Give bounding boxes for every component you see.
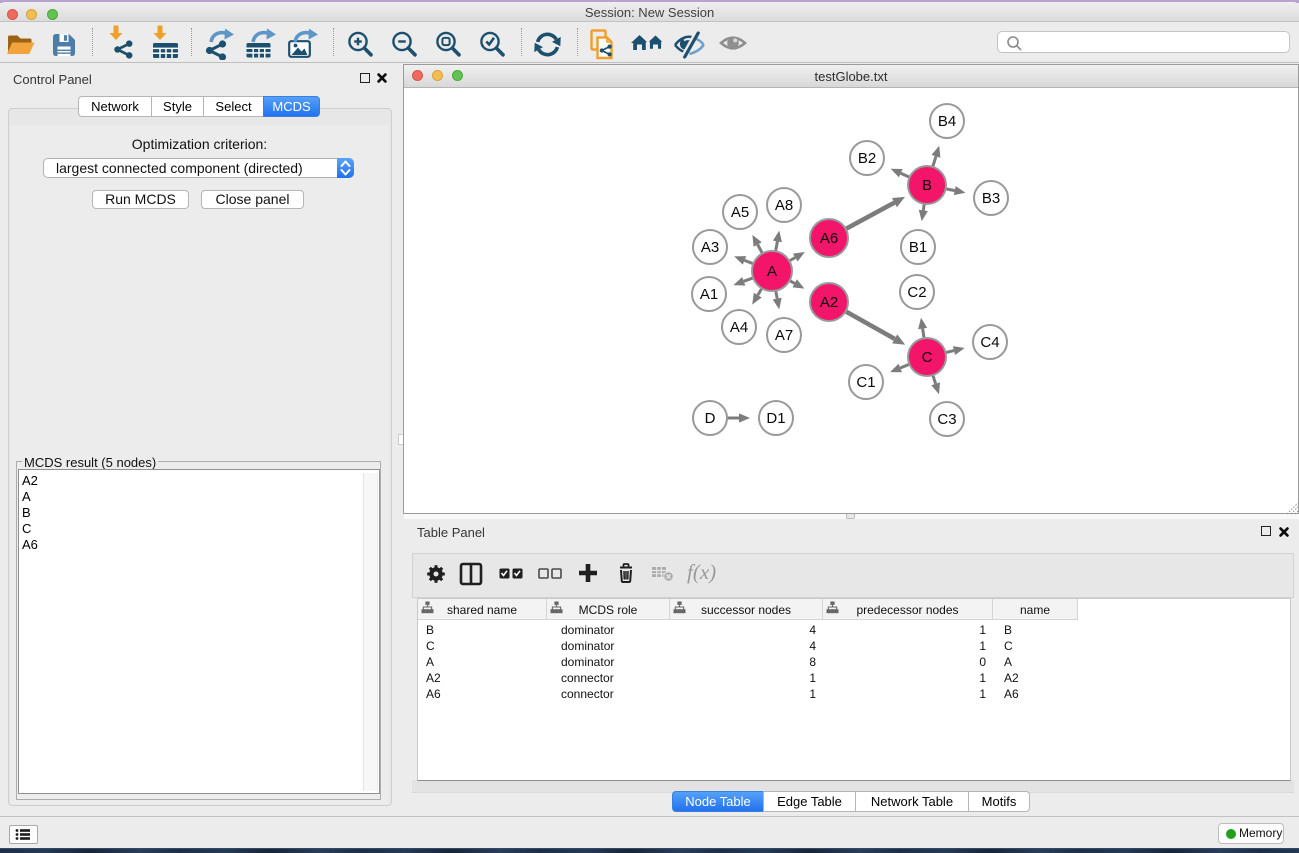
- svg-text:B3: B3: [982, 190, 1000, 207]
- svg-text:D1: D1: [766, 410, 785, 427]
- svg-text:C2: C2: [907, 284, 926, 301]
- svg-text:A1: A1: [700, 286, 718, 303]
- svg-text:A5: A5: [731, 204, 749, 221]
- svg-text:C4: C4: [980, 334, 999, 351]
- svg-text:B2: B2: [858, 150, 876, 167]
- svg-text:C: C: [922, 349, 933, 366]
- svg-text:A4: A4: [730, 319, 748, 336]
- svg-text:B: B: [922, 177, 932, 194]
- svg-text:B4: B4: [938, 113, 956, 130]
- svg-text:B1: B1: [909, 239, 927, 256]
- svg-text:A8: A8: [775, 197, 793, 214]
- svg-text:D: D: [705, 410, 716, 427]
- svg-text:A7: A7: [775, 327, 793, 344]
- svg-text:C3: C3: [937, 411, 956, 428]
- svg-text:C1: C1: [856, 374, 875, 391]
- svg-text:A: A: [767, 263, 777, 280]
- svg-text:A2: A2: [820, 294, 838, 311]
- svg-text:A3: A3: [701, 239, 719, 256]
- svg-text:A6: A6: [820, 230, 838, 247]
